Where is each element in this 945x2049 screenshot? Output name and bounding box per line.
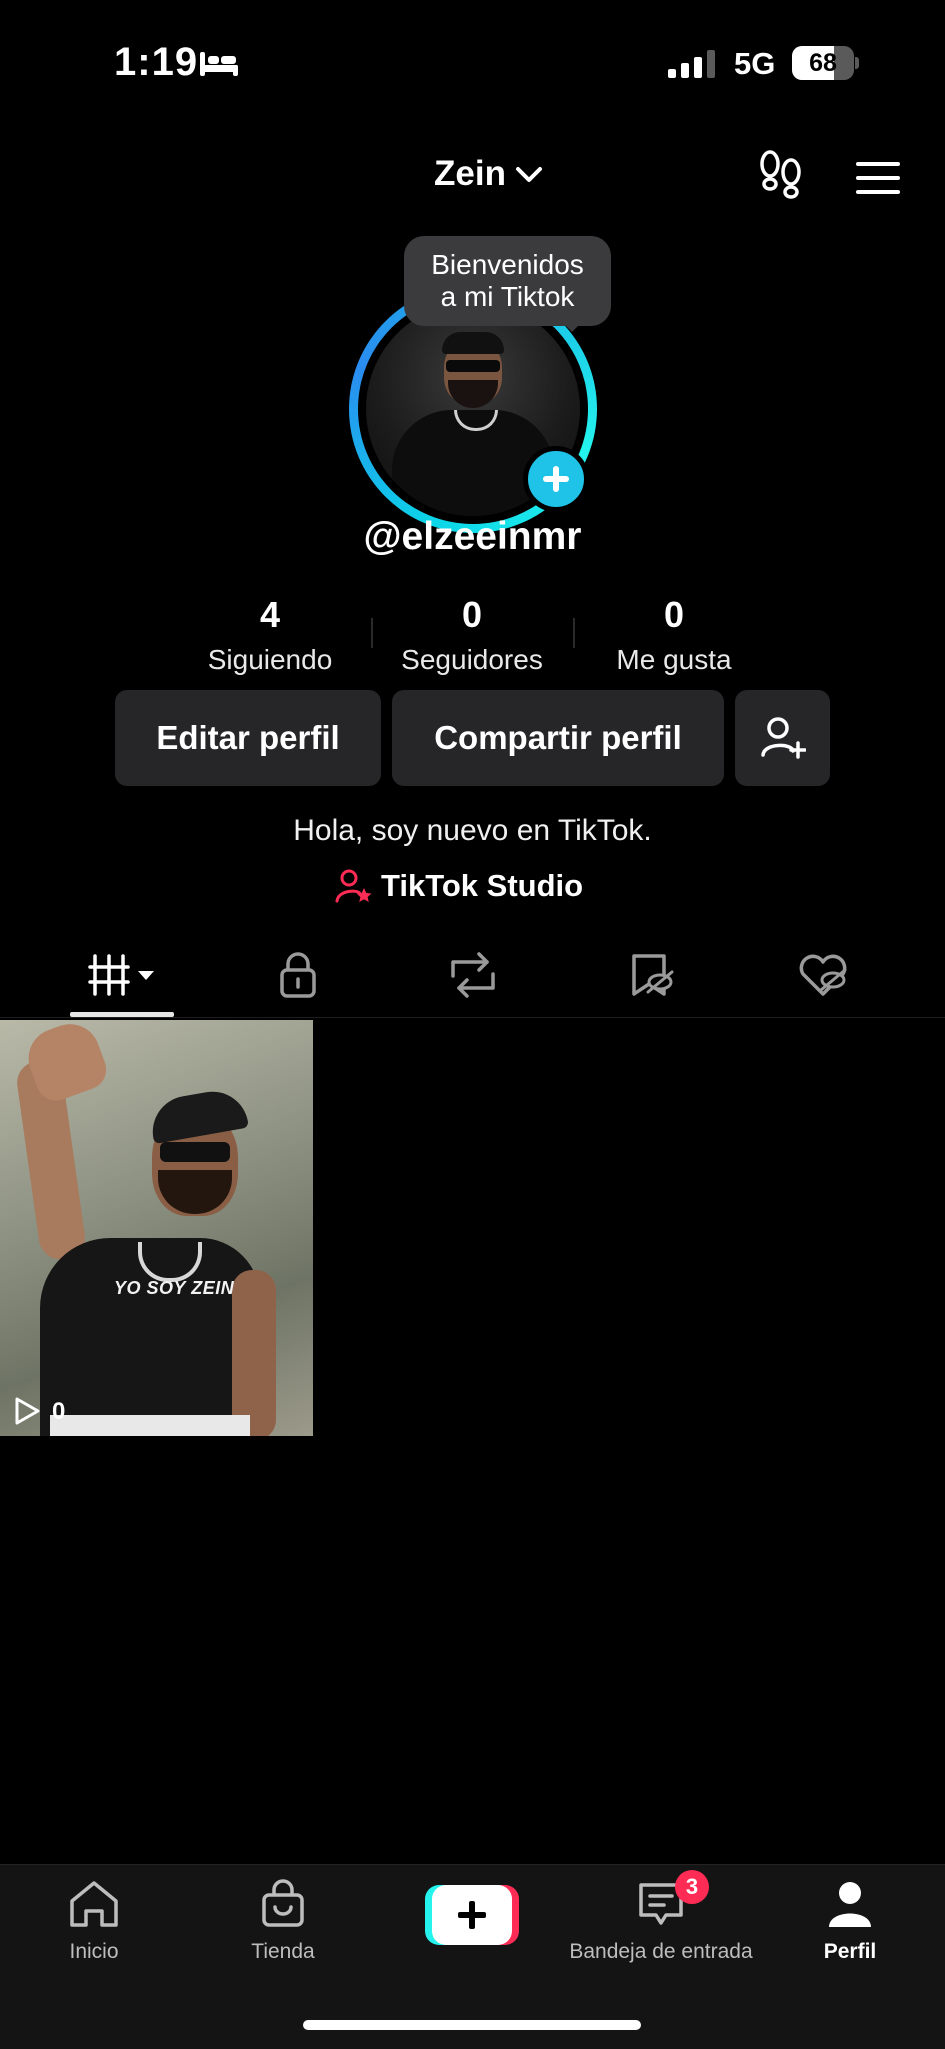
video-overlay-text: YO SOY ZEIN (114, 1278, 235, 1298)
shopping-bag-icon (262, 1879, 304, 1927)
share-profile-label: Compartir perfil (434, 719, 682, 756)
home-icon (70, 1881, 118, 1927)
nav-shop[interactable]: Tienda (233, 1876, 333, 1964)
stat-following[interactable]: 4 Siguiendo (175, 594, 365, 676)
share-profile-button[interactable]: Compartir perfil (392, 690, 724, 786)
nav-inbox-label: Bandeja de entrada (569, 1940, 753, 1963)
add-user-icon (760, 717, 806, 759)
stat-followers[interactable]: 0 Seguidores (377, 594, 567, 676)
profile-note-tooltip[interactable]: Bienvenidos a mi Tiktok (404, 236, 611, 326)
tiktok-studio-link[interactable]: TikTok Studio (335, 868, 583, 908)
battery-percent: 68 (809, 49, 837, 77)
studio-label: TikTok Studio (381, 868, 584, 903)
profile-views-footprint-icon[interactable] (756, 150, 806, 202)
video-view-count: 0 (12, 1396, 65, 1426)
video-thumbnail[interactable] (0, 1020, 313, 1436)
account-switcher-label[interactable]: Zein (434, 154, 506, 194)
sleep-focus-icon (200, 52, 238, 76)
stat-label: Seguidores (401, 644, 543, 675)
stat-likes[interactable]: 0 Me gusta (579, 594, 769, 676)
view-count-value: 0 (52, 1398, 66, 1425)
chevron-down-icon[interactable] (514, 164, 544, 186)
nav-home[interactable]: Inicio (44, 1876, 144, 1964)
stat-value: 4 (259, 594, 281, 635)
saved-hidden-icon[interactable] (620, 950, 680, 1000)
cellular-signal-icon (668, 50, 715, 78)
create-button[interactable] (425, 1885, 519, 1945)
liked-hidden-icon[interactable] (793, 950, 853, 1000)
network-type: 5G (734, 46, 776, 81)
stat-divider (573, 618, 575, 648)
home-indicator (303, 2020, 641, 2030)
stat-label: Siguiendo (207, 644, 333, 675)
profile-bio: Hola, soy nuevo en TikTok. (293, 814, 652, 847)
stat-divider (371, 618, 373, 648)
studio-user-star-icon (335, 869, 372, 903)
tooltip-line-1: Bienvenidos (431, 249, 584, 280)
videos-grid-tab-icon[interactable] (88, 950, 160, 1000)
repost-icon[interactable] (443, 950, 503, 1000)
add-story-button[interactable] (523, 446, 589, 512)
lock-icon[interactable] (268, 950, 328, 1000)
add-friends-button[interactable] (735, 690, 830, 786)
nav-profile-label: Perfil (823, 1940, 877, 1963)
edit-profile-button[interactable]: Editar perfil (115, 690, 381, 786)
stat-value: 0 (663, 594, 685, 635)
status-time: 1:19 (114, 40, 199, 84)
tab-divider (0, 1017, 945, 1018)
nav-inbox[interactable]: Bandeja de entrada (561, 1876, 761, 1964)
inbox-notification-badge: 3 (675, 1870, 709, 1904)
profile-handle: @elzeeinmr (363, 515, 582, 558)
battery-icon: 68 (792, 46, 860, 82)
menu-icon[interactable] (856, 160, 900, 196)
nav-shop-label: Tienda (251, 1940, 315, 1963)
nav-home-label: Inicio (69, 1940, 119, 1963)
stat-label: Me gusta (616, 644, 732, 675)
stat-value: 0 (461, 594, 483, 635)
nav-profile[interactable]: Perfil (800, 1876, 900, 1964)
tooltip-line-2: a mi Tiktok (440, 281, 575, 312)
plus-icon (543, 466, 569, 492)
plus-icon (458, 1901, 486, 1929)
edit-profile-label: Editar perfil (156, 719, 340, 756)
play-icon (15, 1397, 40, 1425)
profile-person-icon (829, 1882, 871, 1927)
